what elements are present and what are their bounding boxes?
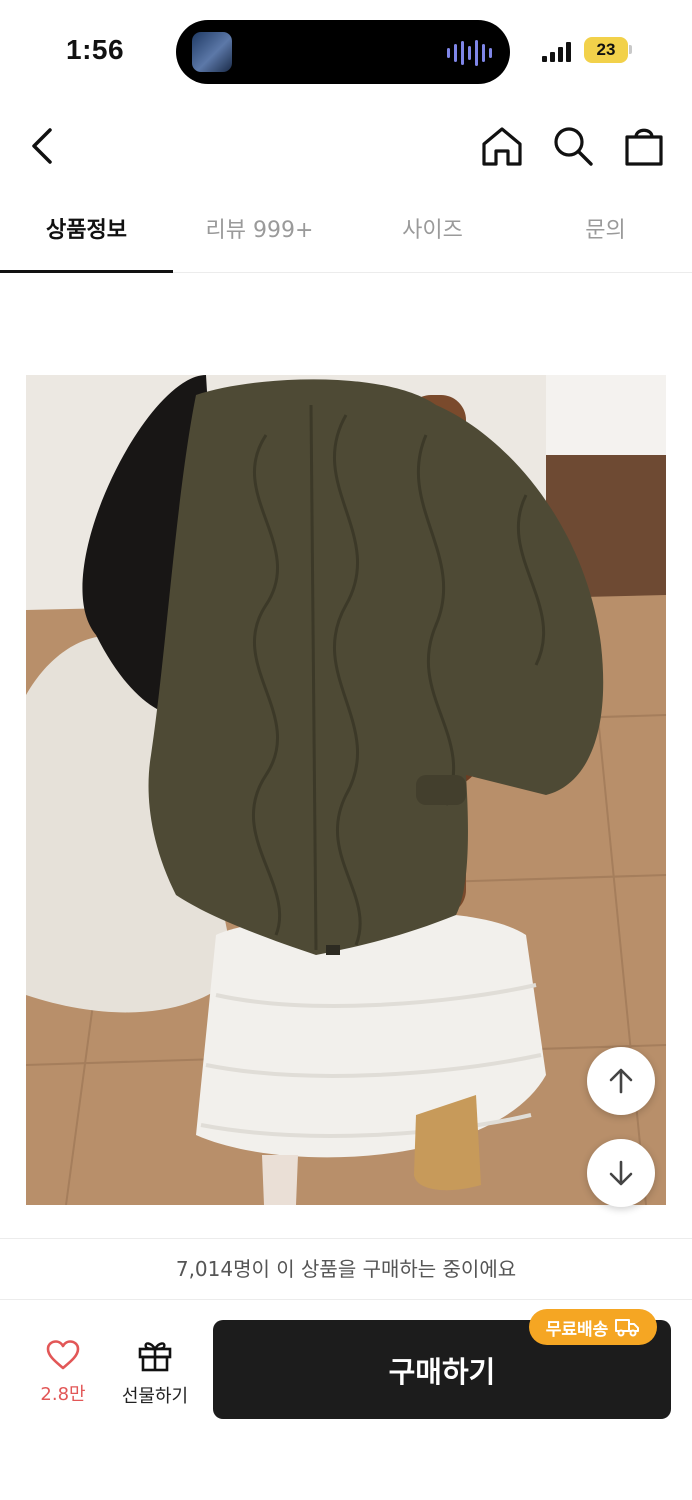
free-shipping-label: 무료배송 bbox=[545, 1319, 609, 1340]
purchase-count-banner: 7,014명이 이 상품을 구매하는 중이에요 bbox=[0, 1238, 692, 1300]
scroll-down-button[interactable] bbox=[587, 1139, 655, 1207]
shopping-bag-icon[interactable] bbox=[622, 124, 666, 168]
dynamic-island[interactable] bbox=[176, 20, 510, 84]
home-icon[interactable] bbox=[478, 124, 526, 168]
battery-indicator: 23 bbox=[584, 37, 628, 63]
product-tabs: 상품정보 리뷰 999+ 사이즈 문의 bbox=[0, 200, 692, 273]
status-time: 1:56 bbox=[66, 34, 125, 65]
tab-inquiry[interactable]: 문의 bbox=[519, 200, 692, 272]
like-count: 2.8만 bbox=[40, 1384, 86, 1405]
cellular-signal-icon bbox=[542, 42, 571, 62]
product-photo[interactable] bbox=[26, 375, 666, 1205]
tab-product-info[interactable]: 상품정보 bbox=[0, 200, 173, 273]
now-playing-artwork bbox=[192, 32, 232, 72]
like-button[interactable]: 2.8만 bbox=[28, 1340, 98, 1406]
truck-icon bbox=[615, 1319, 640, 1337]
heart-icon bbox=[46, 1340, 80, 1370]
arrow-down-icon bbox=[609, 1160, 633, 1186]
search-icon[interactable] bbox=[550, 124, 596, 168]
scroll-up-button[interactable] bbox=[587, 1047, 655, 1115]
gift-label: 선물하기 bbox=[121, 1386, 189, 1407]
audio-waveform-icon bbox=[447, 40, 492, 66]
chevron-left-icon[interactable] bbox=[24, 124, 64, 168]
gift-icon bbox=[138, 1342, 172, 1372]
battery-cap bbox=[629, 45, 632, 54]
tab-size[interactable]: 사이즈 bbox=[346, 200, 519, 272]
gift-button[interactable]: 선물하기 bbox=[112, 1338, 198, 1408]
arrow-up-icon bbox=[609, 1068, 633, 1094]
tab-reviews[interactable]: 리뷰 999+ bbox=[173, 200, 346, 272]
free-shipping-badge: 무료배송 bbox=[529, 1309, 657, 1345]
